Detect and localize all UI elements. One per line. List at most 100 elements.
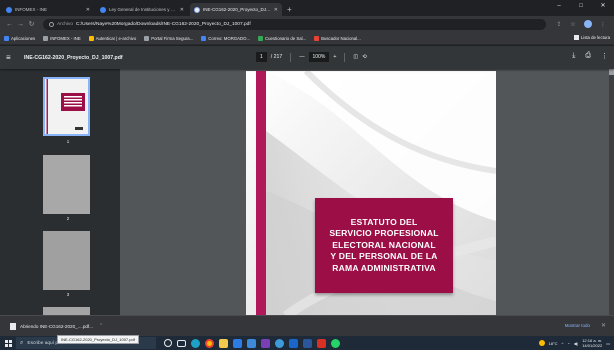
tab-pdf[interactable]: INE-CG162-2020_Proyecto_DJ_100... ✕ bbox=[190, 3, 282, 16]
chevron-up-icon[interactable]: ⌃ bbox=[99, 323, 103, 329]
weather-temp[interactable]: 18°C bbox=[549, 341, 558, 346]
bookmark-label: Portal Firma Segura... bbox=[151, 35, 194, 41]
bookmark-cuestionario[interactable]: Cuestionario de Sal... bbox=[258, 35, 307, 41]
thumbnail-page-4[interactable] bbox=[43, 307, 90, 315]
scrollbar-thumb[interactable] bbox=[609, 69, 614, 75]
zoom-out-button[interactable]: — bbox=[299, 54, 304, 60]
onenote-icon[interactable] bbox=[261, 338, 270, 348]
url-text: C:/Users/Naye%20Morgado/Downloads/INE-CG… bbox=[76, 21, 251, 27]
search-icon bbox=[314, 35, 320, 41]
folder-icon bbox=[88, 35, 94, 41]
cortana-icon[interactable] bbox=[164, 339, 172, 347]
weather-icon[interactable] bbox=[538, 340, 545, 346]
close-icon[interactable]: ✕ bbox=[180, 7, 184, 13]
reading-list-icon bbox=[573, 35, 579, 40]
bookmarks-bar: Aplicaciones INFOMEX - INE Autenticar | … bbox=[0, 32, 614, 45]
tab-ley-general[interactable]: Ley General de Instituciones y Pr... ✕ bbox=[96, 3, 188, 16]
download-icon[interactable]: ⤓ bbox=[572, 52, 575, 60]
star-icon[interactable]: ☆ bbox=[566, 21, 580, 28]
search-icon: ⌕ bbox=[20, 339, 24, 346]
rotate-icon[interactable]: ⟲ bbox=[362, 54, 366, 60]
notifications-icon[interactable]: ▭ bbox=[606, 341, 610, 346]
page-controls: 1 / 217 — 100% + ◫ ⟲ bbox=[256, 52, 367, 62]
menu-icon[interactable]: ≡ bbox=[6, 53, 16, 62]
download-tooltip: INE-CG162-2020_Proyecto_DJ_1007.pdf bbox=[57, 335, 139, 344]
whatsapp-icon[interactable] bbox=[331, 338, 340, 348]
close-icon[interactable]: ✕ bbox=[601, 322, 606, 329]
tab-strip: INFOMEX - INE ✕ Ley General de Instituci… bbox=[0, 0, 614, 16]
address-bar[interactable]: Archivo C:/Users/Naye%20Morgado/Download… bbox=[43, 18, 546, 30]
avatar[interactable] bbox=[584, 20, 592, 28]
back-arrow-icon[interactable]: ← bbox=[4, 21, 15, 28]
url-protocol: Archivo bbox=[57, 21, 73, 27]
divider bbox=[344, 52, 346, 62]
tab-infomex[interactable]: INFOMEX - INE ✕ bbox=[2, 3, 94, 16]
forward-arrow-icon[interactable]: → bbox=[15, 21, 26, 28]
thumbnail-number: 1 bbox=[66, 139, 70, 144]
cover-title: ESTATUTO DEL SERVICIO PROFESIONAL ELECTO… bbox=[315, 198, 453, 293]
bookmark-infomex[interactable]: INFOMEX - INE bbox=[43, 35, 81, 41]
chevron-up-icon[interactable]: ^ bbox=[561, 341, 563, 346]
pdf-viewer[interactable]: ESTATUTO DEL SERVICIO PROFESIONAL ELECTO… bbox=[120, 69, 614, 315]
windows-logo-icon bbox=[4, 339, 12, 347]
info-icon[interactable] bbox=[49, 21, 54, 27]
bookmark-earchivo[interactable]: Autenticar | e-archivo bbox=[88, 35, 136, 41]
skype-icon[interactable] bbox=[275, 338, 284, 348]
file-explorer-icon[interactable] bbox=[219, 338, 228, 348]
more-vert-icon[interactable]: ⋮ bbox=[596, 21, 610, 28]
pdf-file-icon bbox=[10, 322, 16, 330]
fit-page-icon[interactable]: ◫ bbox=[353, 54, 358, 60]
tab-title: INE-CG162-2020_Proyecto_DJ_100... bbox=[203, 7, 272, 12]
close-window-button[interactable]: ✕ bbox=[592, 0, 614, 14]
browser-window: INFOMEX - INE ✕ Ley General de Instituci… bbox=[0, 0, 614, 350]
bookmark-buscador[interactable]: Buscador Nacional... bbox=[314, 35, 361, 41]
globe-icon bbox=[144, 35, 150, 41]
word-icon[interactable] bbox=[303, 338, 312, 348]
pdf-filename: INE-CG162-2020_Proyecto_DJ_1007.pdf bbox=[24, 54, 123, 61]
globe-icon bbox=[6, 6, 12, 13]
system-clock[interactable]: 12:16 a. m. 14/01/2022 bbox=[582, 338, 602, 348]
thumbnail-page-1[interactable] bbox=[43, 77, 90, 136]
browser-toolbar: ← → ↻ Archivo C:/Users/Naye%20Morgado/Do… bbox=[0, 16, 614, 32]
viewer-scrollbar[interactable] bbox=[609, 69, 614, 315]
volume-icon[interactable]: ◀) bbox=[574, 341, 578, 346]
new-tab-button[interactable]: + bbox=[287, 5, 292, 14]
reload-icon[interactable]: ↻ bbox=[26, 20, 37, 28]
bookmark-apps[interactable]: Aplicaciones bbox=[4, 35, 35, 41]
network-icon[interactable]: ◔ bbox=[567, 341, 569, 346]
reading-list[interactable]: Lista de lectura bbox=[573, 35, 610, 40]
bookmark-correo[interactable]: Correo: MORGADO... bbox=[201, 35, 250, 41]
outlook-icon[interactable] bbox=[289, 338, 298, 348]
thumbnail-cover-image bbox=[45, 79, 88, 134]
store-icon[interactable] bbox=[233, 338, 242, 348]
maximize-button[interactable]: □ bbox=[570, 0, 592, 14]
chrome-icon[interactable] bbox=[205, 338, 214, 348]
page-number-input[interactable]: 1 bbox=[256, 52, 267, 62]
more-vert-icon[interactable]: ⋮ bbox=[601, 52, 608, 60]
zoom-in-button[interactable]: + bbox=[333, 54, 336, 60]
pdf-toolbar: ≡ INE-CG162-2020_Proyecto_DJ_1007.pdf 1 … bbox=[0, 46, 614, 69]
start-button[interactable] bbox=[0, 336, 16, 350]
acrobat-icon[interactable] bbox=[317, 338, 326, 348]
close-icon[interactable]: ✕ bbox=[274, 7, 278, 13]
task-view-icon[interactable] bbox=[177, 339, 186, 347]
print-icon[interactable]: ⎙ bbox=[585, 52, 591, 60]
show-all-button[interactable]: Mostrar todo bbox=[565, 323, 590, 328]
share-icon[interactable]: ⇪ bbox=[552, 21, 566, 28]
minimize-button[interactable]: – bbox=[548, 0, 570, 14]
download-item[interactable]: Abriendo INE-CG162-2020_....pdf... bbox=[20, 324, 93, 329]
thumbnail-page-3[interactable] bbox=[43, 231, 90, 290]
bookmark-label: Cuestionario de Sal... bbox=[265, 35, 307, 41]
pdf-actions: ⤓ ⎙ ⋮ bbox=[572, 52, 608, 60]
clock-date: 14/01/2022 bbox=[582, 343, 603, 348]
bookmark-firma[interactable]: Portal Firma Segura... bbox=[144, 35, 194, 41]
bookmark-label: INFOMEX - INE bbox=[50, 35, 81, 41]
thumbnail-page-2[interactable] bbox=[43, 155, 90, 214]
page-total: / 217 bbox=[270, 54, 283, 60]
edge-icon[interactable] bbox=[191, 338, 200, 348]
zoom-input[interactable]: 100% bbox=[308, 52, 330, 62]
thumbnail-sidebar[interactable]: 1 2 3 bbox=[0, 69, 120, 315]
mail-icon[interactable] bbox=[247, 338, 256, 348]
globe-icon bbox=[43, 35, 49, 41]
close-icon[interactable]: ✕ bbox=[86, 7, 90, 13]
